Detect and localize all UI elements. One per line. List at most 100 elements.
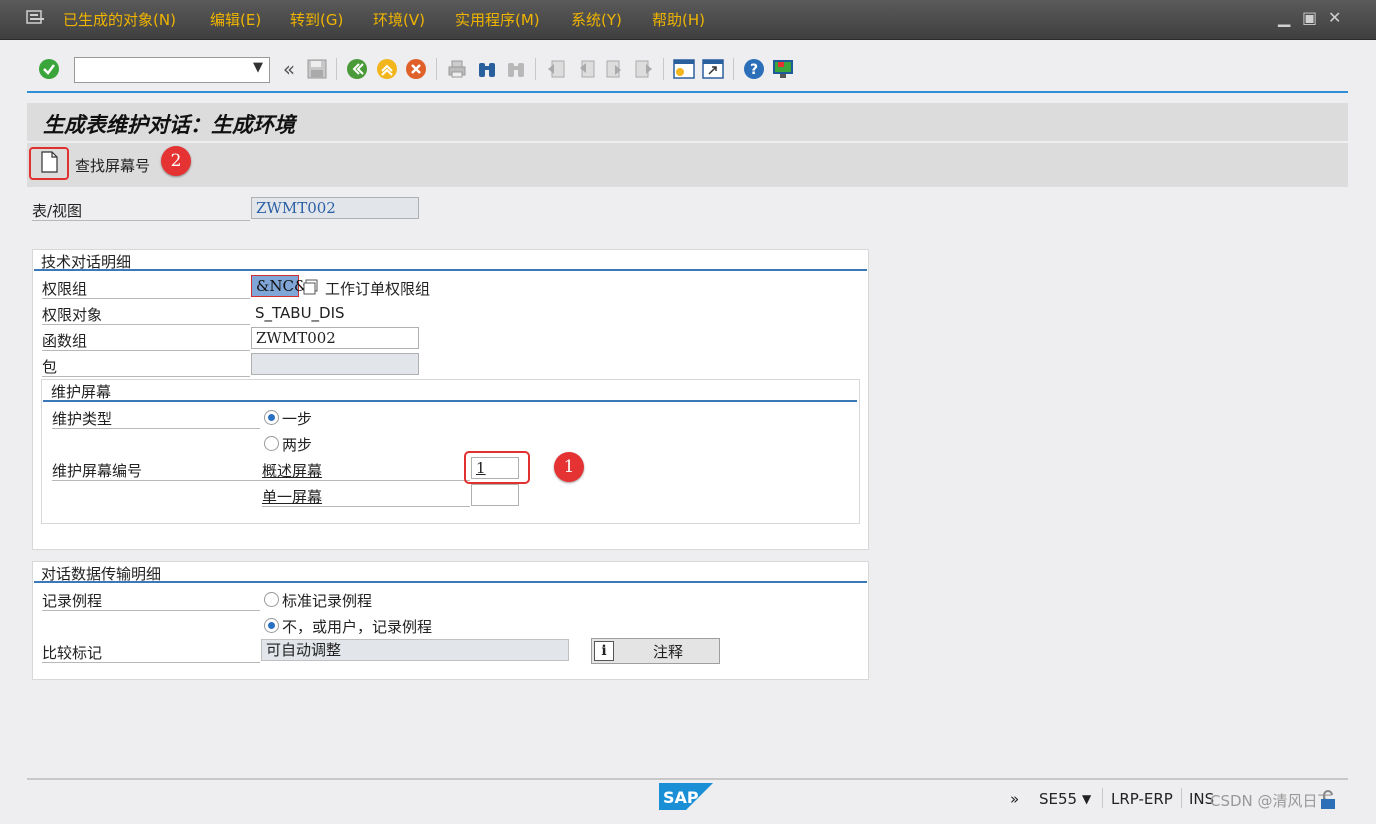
find-screen-number-label[interactable]: 查找屏幕号 [75, 155, 150, 176]
restore-icon[interactable]: ▣ [1302, 8, 1317, 28]
menu-system[interactable]: 系统(Y) [571, 10, 622, 30]
no-routine-radio[interactable] [264, 618, 279, 633]
toolbar-divider [27, 91, 1348, 93]
comment-button-label: 注释 [653, 643, 684, 661]
one-step-label[interactable]: 一步 [282, 408, 312, 429]
chevron-down-icon[interactable]: ▼ [253, 60, 263, 75]
table-view-field: ZWMT002 [251, 197, 419, 219]
toolbar-separator [535, 58, 536, 80]
group-title-line [34, 581, 867, 583]
chevron-down-icon[interactable]: ▼ [1082, 792, 1091, 806]
lock-icon[interactable] [1318, 790, 1338, 814]
highlight-box [464, 451, 530, 484]
label-underline [42, 662, 260, 663]
page-title: 生成表维护对话：生成环境 [43, 112, 295, 137]
svg-text:SAP: SAP [663, 788, 699, 807]
single-screen-field[interactable] [471, 484, 519, 506]
group-title-line [43, 400, 857, 402]
back-icon[interactable] [346, 58, 368, 80]
group-title-line [34, 269, 867, 271]
new-session-icon[interactable] [673, 58, 695, 80]
standard-routine-label[interactable]: 标准记录例程 [282, 590, 372, 611]
overview-screen-label[interactable]: 概述屏幕 [262, 460, 322, 481]
toolbar-separator [336, 58, 337, 80]
menu-generated-objects[interactable]: 已生成的对象(N) [63, 10, 176, 30]
annotation-marker-1: 1 [554, 452, 584, 482]
comment-button[interactable]: i 注释 [591, 638, 720, 664]
find-next-icon[interactable] [505, 58, 527, 80]
maintenance-type-label: 维护类型 [52, 410, 113, 428]
status-separator [1102, 788, 1103, 808]
screen-number-label: 维护屏幕编号 [52, 462, 143, 480]
close-icon[interactable]: ✕ [1328, 8, 1341, 28]
two-step-label[interactable]: 两步 [282, 434, 312, 455]
watermark: CSDN @清风日下 [1210, 792, 1333, 810]
maintenance-screen-title: 维护屏幕 [51, 383, 112, 401]
no-routine-label[interactable]: 不，或用户，记录例程 [282, 616, 432, 637]
info-icon: i [594, 641, 614, 661]
status-expand-icon[interactable]: » [1010, 790, 1019, 808]
label-underline [52, 480, 470, 481]
standard-routine-radio[interactable] [264, 592, 279, 607]
auth-group-description: 工作订单权限组 [325, 280, 431, 298]
function-group-field[interactable]: ZWMT002 [251, 327, 419, 349]
next-page-icon[interactable] [604, 58, 626, 80]
customize-layout-icon[interactable] [772, 58, 794, 80]
label-underline [262, 506, 470, 507]
help-icon[interactable]: ? [743, 58, 765, 80]
cancel-icon[interactable] [405, 58, 427, 80]
label-underline [42, 298, 250, 299]
menu-environment[interactable]: 环境(V) [373, 10, 425, 30]
command-field[interactable]: ▼ [74, 57, 270, 83]
application-toolbar [27, 143, 1348, 187]
toolbar-separator [663, 58, 664, 80]
enter-check-icon[interactable] [38, 58, 60, 80]
collapse-arrows-icon[interactable]: « [278, 57, 300, 81]
print-icon[interactable] [446, 58, 468, 80]
auth-object-label: 权限对象 [42, 306, 103, 324]
status-system: LRP-ERP [1111, 790, 1173, 808]
package-label: 包 [42, 358, 58, 376]
toolbar-separator [733, 58, 734, 80]
first-page-icon[interactable] [545, 58, 567, 80]
auth-object-value: S_TABU_DIS [255, 304, 345, 322]
svg-text:?: ? [750, 62, 758, 78]
status-separator [1181, 788, 1182, 808]
value-help-icon[interactable] [301, 276, 321, 298]
sap-logo: SAP [659, 783, 713, 814]
menu-help[interactable]: 帮助(H) [652, 10, 705, 30]
compare-flag-field: 可自动调整 [261, 639, 569, 661]
last-page-icon[interactable] [633, 58, 655, 80]
label-underline [32, 220, 250, 221]
one-step-radio[interactable] [264, 410, 279, 425]
package-field [251, 353, 419, 375]
minimize-icon[interactable]: ▁ [1278, 8, 1290, 28]
auth-group-label: 权限组 [42, 280, 88, 298]
menu-goto[interactable]: 转到(G) [290, 10, 343, 30]
find-icon[interactable] [476, 58, 498, 80]
function-group-label: 函数组 [42, 332, 88, 350]
status-transaction: SE55 [1039, 790, 1078, 808]
menu-bar: 已生成的对象(N) 编辑(E) 转到(G) 环境(V) 实用程序(M) 系统(Y… [0, 0, 1376, 40]
label-underline [52, 428, 260, 429]
label-underline [42, 610, 260, 611]
previous-page-icon[interactable] [575, 58, 597, 80]
toolbar-separator [436, 58, 437, 80]
recording-routine-label: 记录例程 [42, 592, 103, 610]
title-bar: 生成表维护对话：生成环境 [27, 103, 1348, 141]
save-icon[interactable] [306, 58, 328, 80]
shortcut-icon[interactable] [702, 58, 724, 80]
table-view-label: 表/视图 [32, 202, 83, 220]
menu-utilities[interactable]: 实用程序(M) [455, 10, 540, 30]
exit-icon[interactable] [376, 58, 398, 80]
single-screen-label[interactable]: 单一屏幕 [262, 486, 322, 507]
annotation-marker-2: 2 [161, 146, 191, 176]
status-bar-divider [27, 778, 1348, 780]
menu-edit[interactable]: 编辑(E) [210, 10, 261, 30]
two-step-radio[interactable] [264, 436, 279, 451]
auth-group-field[interactable]: &NC& [251, 275, 307, 297]
label-underline [42, 324, 250, 325]
find-screen-number-button[interactable] [29, 147, 69, 180]
compare-flag-label: 比较标记 [42, 644, 103, 662]
app-menu-icon[interactable] [26, 10, 46, 26]
